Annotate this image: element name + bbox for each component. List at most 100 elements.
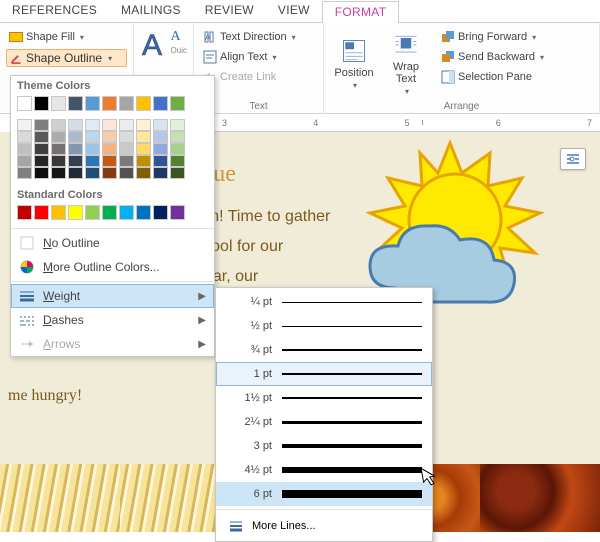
weight-option[interactable]: 1 pt	[216, 362, 432, 386]
color-swatch[interactable]	[34, 205, 49, 220]
color-swatch[interactable]	[51, 96, 66, 111]
color-swatch[interactable]	[85, 167, 100, 179]
color-swatch[interactable]	[17, 131, 32, 143]
color-swatch[interactable]	[153, 96, 168, 111]
weight-option[interactable]: 4½ pt	[216, 458, 432, 482]
color-swatch[interactable]	[136, 205, 151, 220]
dashes-item[interactable]: Dashes ▶	[11, 308, 214, 332]
color-swatch[interactable]	[17, 205, 32, 220]
send-backward-button[interactable]: Send Backward▾	[438, 47, 547, 67]
color-swatch[interactable]	[170, 119, 185, 131]
no-outline-item[interactable]: NNo Outlineo Outline	[11, 231, 214, 255]
weight-item[interactable]: Weight ▶	[11, 284, 214, 308]
color-swatch[interactable]	[34, 119, 49, 131]
color-swatch[interactable]	[51, 131, 66, 143]
text-direction-button[interactable]: A Text Direction▾	[200, 27, 299, 47]
color-swatch[interactable]	[170, 131, 185, 143]
color-swatch[interactable]	[68, 131, 83, 143]
color-swatch[interactable]	[153, 143, 168, 155]
color-swatch[interactable]	[136, 143, 151, 155]
color-swatch[interactable]	[119, 167, 134, 179]
color-swatch[interactable]	[34, 131, 49, 143]
color-swatch[interactable]	[17, 96, 32, 111]
color-swatch[interactable]	[153, 167, 168, 179]
color-swatch[interactable]	[170, 96, 185, 111]
color-swatch[interactable]	[85, 205, 100, 220]
color-swatch[interactable]	[170, 205, 185, 220]
more-lines-item[interactable]: More Lines...	[216, 513, 432, 539]
position-button[interactable]: Position▾	[330, 27, 378, 100]
color-swatch[interactable]	[119, 119, 134, 131]
selection-pane-button[interactable]: Selection Pane	[438, 67, 547, 87]
weight-option[interactable]: ½ pt	[216, 314, 432, 338]
tab-format[interactable]: FORMAT	[322, 1, 400, 23]
color-swatch[interactable]	[119, 205, 134, 220]
color-swatch[interactable]	[85, 119, 100, 131]
color-swatch[interactable]	[68, 143, 83, 155]
tab-view[interactable]: VIEW	[266, 0, 322, 22]
color-swatch[interactable]	[153, 119, 168, 131]
layout-options-button[interactable]	[560, 148, 586, 170]
color-swatch[interactable]	[34, 143, 49, 155]
color-swatch[interactable]	[68, 155, 83, 167]
tab-references[interactable]: REFERENCES	[0, 0, 109, 22]
color-swatch[interactable]	[136, 131, 151, 143]
color-swatch[interactable]	[102, 131, 117, 143]
more-outline-colors-item[interactable]: More Outline Colors...	[11, 255, 214, 279]
color-swatch[interactable]	[170, 155, 185, 167]
shape-fill-button[interactable]: Shape Fill ▾	[6, 27, 127, 47]
bring-forward-button[interactable]: Bring Forward▾	[438, 27, 547, 47]
color-swatch[interactable]	[170, 143, 185, 155]
wordart-a-icon[interactable]: A	[140, 27, 167, 67]
wrap-text-button[interactable]: Wrap Text▾	[382, 27, 430, 100]
color-swatch[interactable]	[153, 205, 168, 220]
color-swatch[interactable]	[102, 143, 117, 155]
color-swatch[interactable]	[17, 155, 32, 167]
align-text-button[interactable]: Align Text▾	[200, 47, 299, 67]
color-swatch[interactable]	[85, 155, 100, 167]
weight-option[interactable]: 1½ pt	[216, 386, 432, 410]
color-swatch[interactable]	[68, 205, 83, 220]
color-swatch[interactable]	[119, 155, 134, 167]
color-swatch[interactable]	[85, 143, 100, 155]
color-swatch[interactable]	[85, 131, 100, 143]
color-swatch[interactable]	[68, 119, 83, 131]
color-swatch[interactable]	[102, 205, 117, 220]
color-swatch[interactable]	[17, 167, 32, 179]
color-swatch[interactable]	[102, 119, 117, 131]
color-swatch[interactable]	[34, 155, 49, 167]
tab-review[interactable]: REVIEW	[193, 0, 266, 22]
weight-option[interactable]: ¾ pt	[216, 338, 432, 362]
weight-option[interactable]: 6 pt	[216, 482, 432, 506]
weight-option[interactable]: 2¼ pt	[216, 410, 432, 434]
weight-option[interactable]: ¼ pt	[216, 290, 432, 314]
color-swatch[interactable]	[17, 119, 32, 131]
tab-mailings[interactable]: MAILINGS	[109, 0, 193, 22]
color-swatch[interactable]	[51, 119, 66, 131]
color-swatch[interactable]	[136, 167, 151, 179]
color-swatch[interactable]	[170, 167, 185, 179]
color-swatch[interactable]	[51, 155, 66, 167]
color-swatch[interactable]	[136, 119, 151, 131]
weight-option[interactable]: 3 pt	[216, 434, 432, 458]
color-swatch[interactable]	[68, 167, 83, 179]
color-swatch[interactable]	[68, 96, 83, 111]
color-swatch[interactable]	[136, 96, 151, 111]
shape-outline-button[interactable]: Shape Outline ▾	[6, 49, 127, 67]
color-swatch[interactable]	[51, 205, 66, 220]
color-swatch[interactable]	[34, 167, 49, 179]
color-swatch[interactable]	[102, 167, 117, 179]
color-swatch[interactable]	[34, 96, 49, 111]
color-swatch[interactable]	[136, 155, 151, 167]
color-swatch[interactable]	[102, 155, 117, 167]
color-swatch[interactable]	[119, 143, 134, 155]
color-swatch[interactable]	[153, 131, 168, 143]
color-swatch[interactable]	[119, 96, 134, 111]
color-swatch[interactable]	[51, 167, 66, 179]
text-fill-a-icon[interactable]: A	[171, 29, 187, 45]
color-swatch[interactable]	[85, 96, 100, 111]
color-swatch[interactable]	[153, 155, 168, 167]
color-swatch[interactable]	[102, 96, 117, 111]
color-swatch[interactable]	[51, 143, 66, 155]
color-swatch[interactable]	[17, 143, 32, 155]
